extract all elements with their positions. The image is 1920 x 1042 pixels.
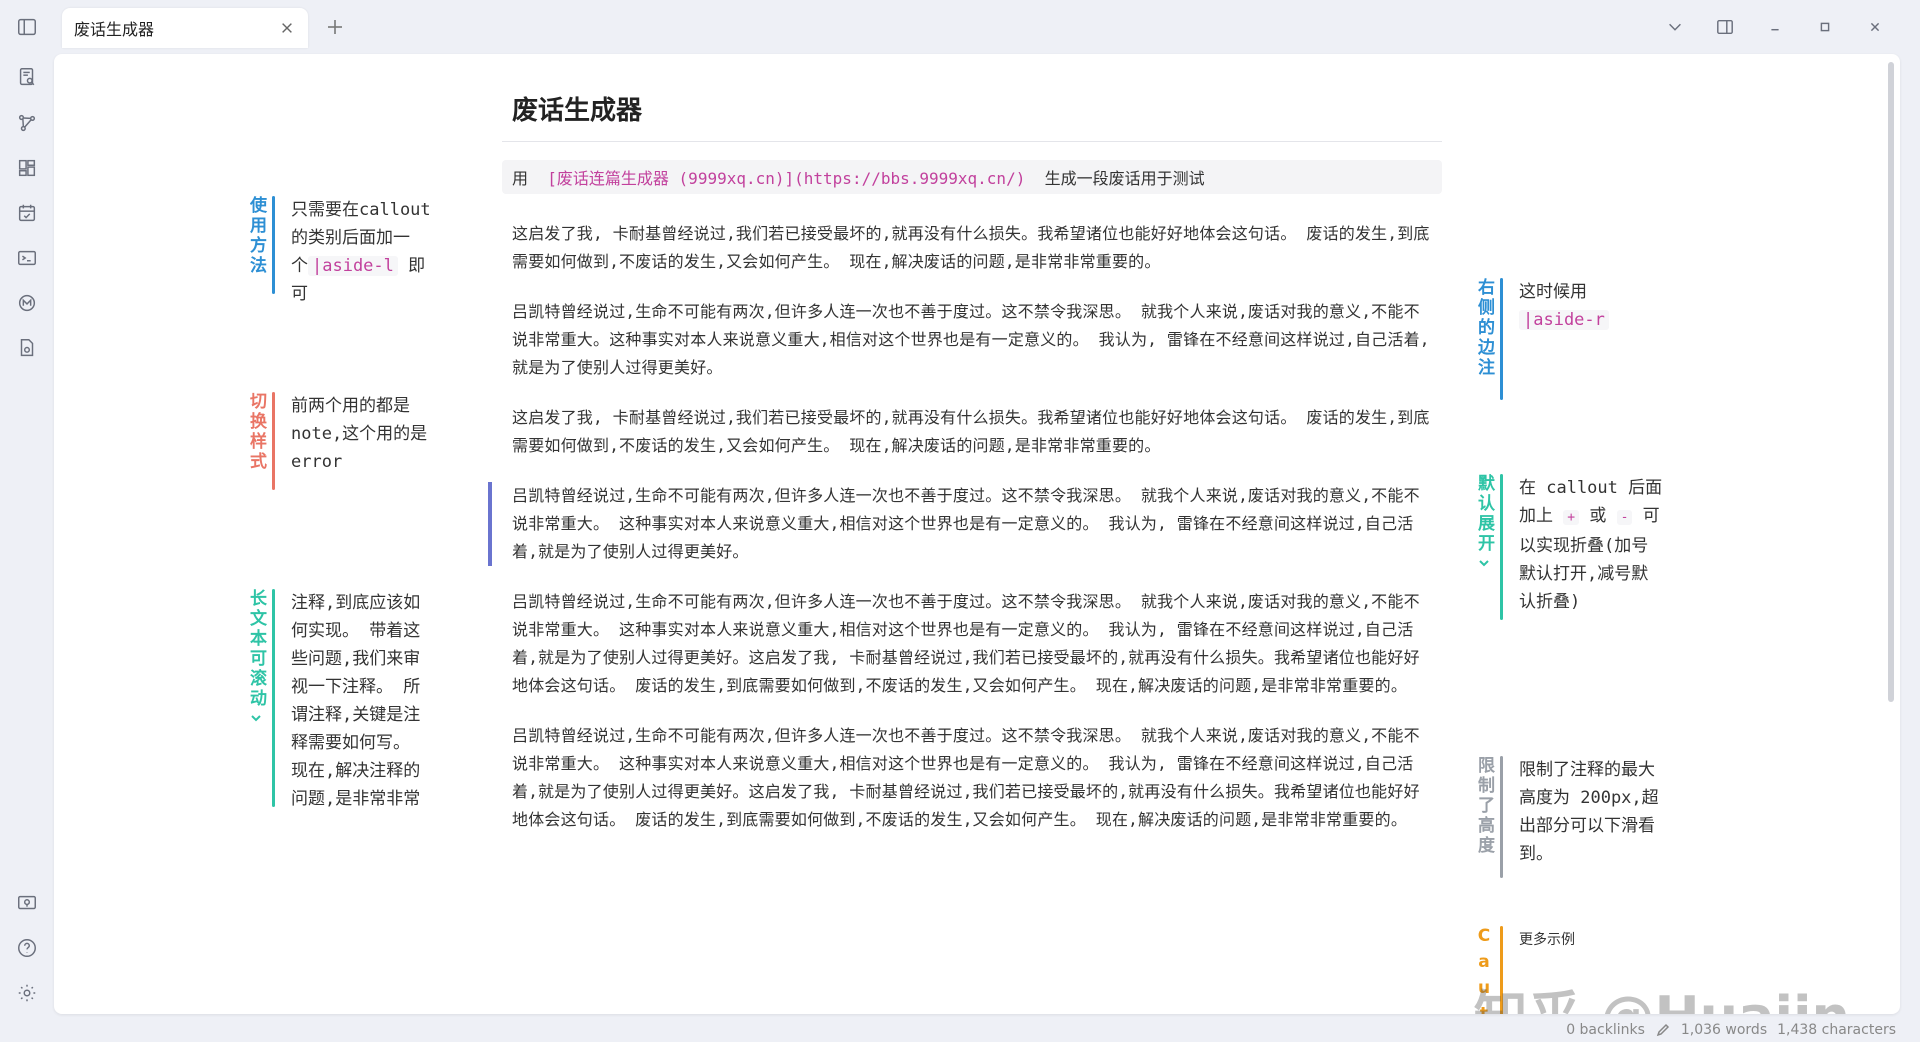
aside-body: 前两个用的都是note,这个用的是error (291, 396, 428, 472)
aside-text: 这时候用 (1519, 282, 1587, 302)
aside-body: 只需要在callout的类别后面加一个 |aside-l 即可 (275, 196, 435, 308)
markdown-icon[interactable] (14, 290, 40, 316)
aside-title-text: 限制了高度 (1474, 756, 1494, 856)
fold-chevron-icon[interactable] (1477, 556, 1491, 570)
paragraph: 吕凯特曾经说过,生命不可能有两次,但许多人连一次也不善于度过。这不禁令我深思。 … (512, 592, 1420, 695)
aside-right-height: 限制了高度 限制了注释的最大高度为 200px,超出部分可以下滑看到。 (1472, 756, 1663, 878)
aside-code: |aside-r (1519, 310, 1609, 330)
word-count: 1,036 words (1680, 1022, 1768, 1038)
generator-link[interactable]: [废话连篇生成器 (9999xq.cn)](https://bbs.9999xq… (547, 169, 1025, 188)
aside-title-text: 右侧的边注 (1474, 278, 1494, 378)
paragraph: 这启发了我, 卡耐基曾经说过,我们若已接受最坏的,就再没有什么损失。我希望诸位也… (512, 224, 1430, 271)
aside-title: 右侧的边注 (1472, 278, 1500, 400)
aside-text: 或 (1589, 506, 1607, 526)
tab-bar: 废话生成器 (54, 0, 1920, 54)
file-settings-icon[interactable] (14, 335, 40, 361)
aside-code-minus: - (1616, 510, 1633, 525)
sidebar-toggle-icon[interactable] (14, 14, 40, 40)
watermark: 知乎 @Huajin (1474, 972, 1850, 1014)
aside-title-text: 长文本可滚动 (246, 589, 266, 709)
page-title: 废话生成器 (502, 84, 1442, 142)
editor-pane: 废话生成器 用 [废话连篇生成器 (9999xq.cn)](https://bb… (54, 54, 1900, 1014)
aside-code-plus: + (1563, 510, 1580, 525)
terminal-icon[interactable] (14, 245, 40, 271)
maximize-icon[interactable] (1800, 10, 1850, 44)
aside-title-text: 默认展开 (1474, 474, 1494, 554)
vault-icon[interactable] (14, 890, 40, 916)
aside-title-text: 使用方法 (246, 196, 266, 276)
new-tab-plus-icon[interactable] (322, 14, 348, 40)
edit-pencil-icon[interactable] (1655, 1022, 1671, 1038)
settings-gear-icon[interactable] (14, 980, 40, 1006)
calendar-icon[interactable] (14, 200, 40, 226)
paragraph: 吕凯特曾经说过,生命不可能有两次,但许多人连一次也不善于度过。这不禁令我深思。 … (512, 302, 1430, 377)
aside-title-text: 切换样式 (246, 392, 266, 472)
aside-left-scroll: 长文本可滚动 注释,到底应该如何实现。 带着这些问题,我们来审视一下注释。 所谓… (244, 589, 435, 807)
tab-close-icon[interactable] (278, 19, 296, 37)
tab-title: 废话生成器 (74, 20, 155, 39)
aside-title: 使用方法 (244, 196, 272, 308)
aside-right-usage: 右侧的边注 这时候用 |aside-r (1472, 278, 1663, 400)
code-prefix: 用 (512, 169, 529, 188)
aside-title[interactable]: 默认展开 (1472, 474, 1500, 620)
paragraph: 吕凯特曾经说过,生命不可能有两次,但许多人连一次也不善于度过。这不禁令我深思。 … (512, 726, 1420, 829)
document[interactable]: 废话生成器 用 [废话连篇生成器 (9999xq.cn)](https://bb… (488, 84, 1442, 834)
aside-code: |aside-l (308, 256, 398, 276)
canvas-icon[interactable] (14, 155, 40, 181)
left-ribbon (0, 0, 54, 1042)
aside-body: 限制了注释的最大高度为 200px,超出部分可以下滑看到。 (1519, 760, 1659, 864)
code-line: 用 [废话连篇生成器 (9999xq.cn)](https://bbs.9999… (502, 160, 1442, 194)
backlinks-count[interactable]: 0 backlinks (1566, 1022, 1645, 1038)
aside-body: 这时候用 |aside-r (1503, 278, 1663, 400)
aside-body: 在 callout 后面加上 + 或 - 可以实现折叠(加号默认打开,减号默认折… (1503, 474, 1663, 620)
aside-left-style: 切换样式 前两个用的都是note,这个用的是error (244, 392, 435, 490)
aside-title: 切换样式 (244, 392, 272, 490)
aside-title[interactable]: 长文本可滚动 (244, 589, 272, 807)
tab-list-chevron-icon[interactable] (1650, 10, 1700, 44)
search-notes-icon[interactable] (14, 64, 40, 90)
right-sidebar-toggle-icon[interactable] (1700, 10, 1750, 44)
minimize-icon[interactable] (1750, 10, 1800, 44)
tab-active[interactable]: 废话生成器 (62, 8, 308, 48)
paragraph-active: 吕凯特曾经说过,生命不可能有两次,但许多人连一次也不善于度过。这不禁令我深思。 … (488, 482, 1442, 566)
paragraph: 这启发了我, 卡耐基曾经说过,我们若已接受最坏的,就再没有什么损失。我希望诸位也… (512, 408, 1430, 455)
character-count: 1,438 characters (1777, 1022, 1896, 1038)
aside-right-fold: 默认展开 在 callout 后面加上 + 或 - 可以实现折叠(加号默认打开,… (1472, 474, 1663, 620)
aside-left-usage: 使用方法 只需要在callout的类别后面加一个 |aside-l 即可 (244, 196, 435, 308)
code-suffix: 生成一段废话用于测试 (1044, 169, 1205, 188)
aside-body-scrollable[interactable]: 注释,到底应该如何实现。 带着这些问题,我们来审视一下注释。 所谓注释,关键是注… (275, 589, 435, 807)
scrollbar[interactable] (1888, 62, 1894, 702)
close-window-icon[interactable] (1850, 10, 1900, 44)
fold-chevron-icon[interactable] (249, 711, 263, 725)
help-icon[interactable] (14, 935, 40, 961)
status-bar: 0 backlinks 1,036 words 1,438 characters (1566, 1022, 1896, 1038)
graph-view-icon[interactable] (14, 110, 40, 136)
aside-title: 限制了高度 (1472, 756, 1500, 878)
window-controls (1650, 10, 1900, 44)
